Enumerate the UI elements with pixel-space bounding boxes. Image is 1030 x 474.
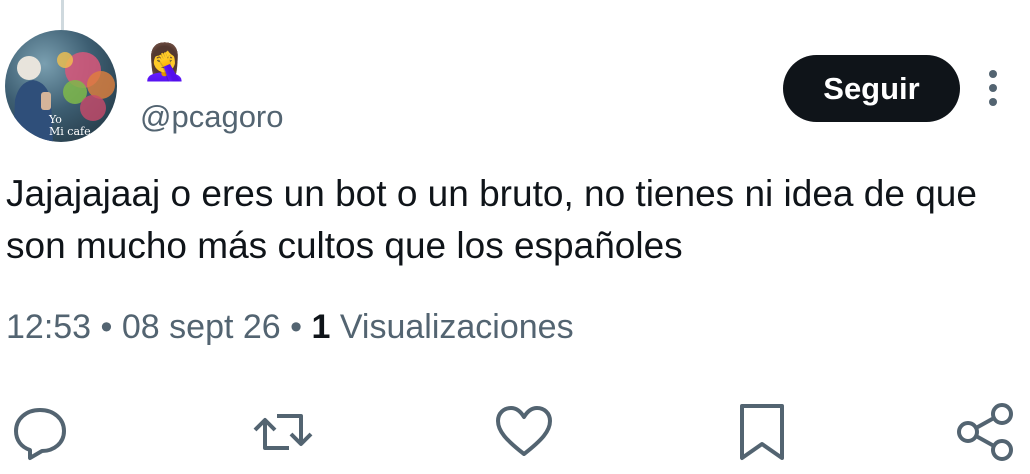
more-options-button[interactable] xyxy=(980,66,1006,110)
bookmark-button[interactable] xyxy=(730,400,794,464)
share-icon xyxy=(957,403,1013,461)
like-button[interactable] xyxy=(492,400,556,464)
avatar-caption-line2: Mi cafe xyxy=(49,125,91,138)
meta-separator: • xyxy=(280,308,312,346)
views-label[interactable]: Visualizaciones xyxy=(340,308,574,346)
tweet-text: Jajajajaaj o eres un bot o un bruto, no … xyxy=(6,173,977,266)
views-count: 1 xyxy=(311,308,331,346)
avatar[interactable]: Yo Mi cafe xyxy=(5,30,117,142)
display-name-emoji[interactable]: 🤦‍♀️ xyxy=(142,40,192,84)
reply-icon xyxy=(14,408,66,460)
more-vertical-icon xyxy=(989,70,997,106)
share-button[interactable] xyxy=(954,400,1018,464)
tweet-meta: 12:53 • 08 sept 26 • 1 Visualizaciones xyxy=(6,306,574,348)
retweet-icon xyxy=(253,414,313,450)
user-handle[interactable]: @pcagoro xyxy=(140,98,284,136)
tweet-date[interactable]: 08 sept 26 xyxy=(122,308,281,346)
follow-button[interactable]: Seguir xyxy=(783,55,960,122)
like-icon xyxy=(496,406,552,456)
avatar-caption: Yo Mi cafe xyxy=(5,114,117,138)
reply-button[interactable] xyxy=(8,400,72,464)
thread-connector-line xyxy=(61,0,64,30)
bookmark-icon xyxy=(740,404,784,460)
retweet-button[interactable] xyxy=(251,400,315,464)
tweet-time[interactable]: 12:53 xyxy=(6,308,91,346)
meta-separator: • xyxy=(91,308,122,346)
